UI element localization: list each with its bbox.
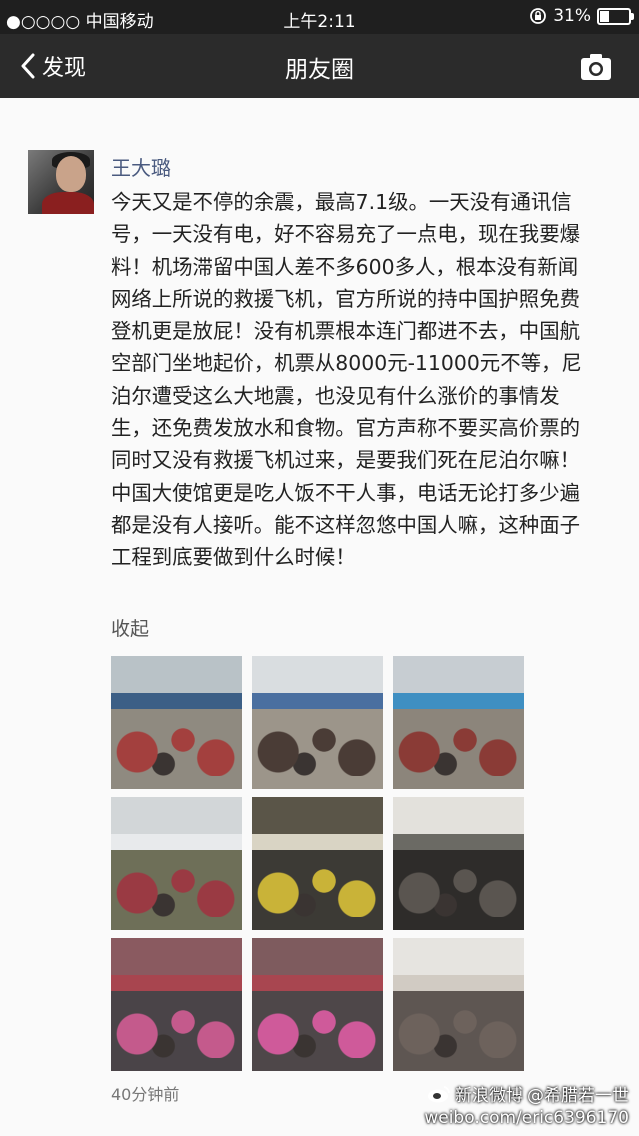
post-timestamp: 40分钟前 [111, 1085, 180, 1104]
watermark-url: weibo.com/eric6396170 [424, 1108, 629, 1128]
photo-thumbnail[interactable] [252, 656, 383, 789]
rotation-lock-icon [530, 8, 547, 24]
post-username[interactable]: 王大璐 [111, 152, 171, 181]
photo-thumbnail[interactable] [111, 656, 242, 789]
photo-thumbnail[interactable] [111, 797, 242, 930]
nav-bar: 发现 朋友圈 [0, 34, 639, 98]
chevron-left-icon [21, 53, 35, 79]
photo-thumbnail[interactable] [252, 797, 383, 930]
avatar[interactable] [28, 150, 94, 214]
watermark-handle: @希腊若一世 [527, 1086, 629, 1106]
page-title: 朋友圈 [285, 57, 354, 83]
weibo-watermark: 新浪微博 @希腊若一世 weibo.com/eric6396170 [424, 1081, 629, 1128]
photo-thumbnail[interactable] [393, 656, 524, 789]
status-right: 31% [529, 6, 634, 26]
camera-icon[interactable] [579, 50, 613, 84]
back-button[interactable]: 发现 [20, 50, 86, 82]
weibo-logo-icon [428, 1085, 450, 1102]
post-text: 今天又是不停的余震，最高7.1级。一天没有通讯信号，一天没有电，好不容易充了一点… [111, 190, 582, 570]
photo-thumbnail[interactable] [393, 797, 524, 930]
photo-thumbnail[interactable] [252, 938, 383, 1071]
back-label: 发现 [42, 56, 87, 81]
photo-thumbnail[interactable] [393, 938, 524, 1071]
status-bar: ●○○○○ 中国移动 上午2:11 31% [0, 0, 639, 34]
watermark-brand: 新浪微博 [455, 1086, 523, 1106]
battery-percent: 31% [553, 6, 591, 26]
battery-fill [600, 10, 610, 22]
photo-thumbnail[interactable] [111, 938, 242, 1071]
moments-feed: 王大璐 今天又是不停的余震，最高7.1级。一天没有通讯信号，一天没有电，好不容易… [0, 98, 639, 1136]
battery-icon [597, 7, 634, 25]
collapse-link[interactable]: 收起 [111, 614, 149, 641]
